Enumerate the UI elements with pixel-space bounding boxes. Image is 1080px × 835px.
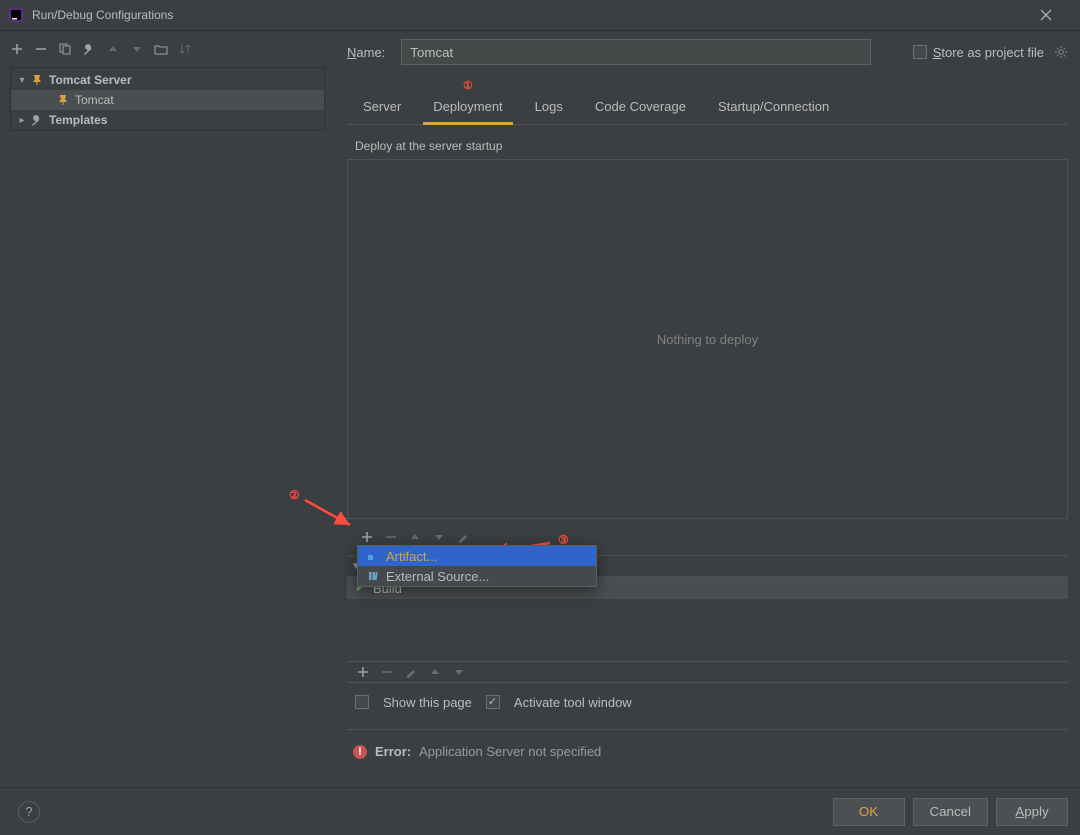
error-icon: ! bbox=[353, 745, 367, 759]
titlebar: Run/Debug Configurations bbox=[0, 0, 1080, 31]
deploy-edit-button bbox=[455, 529, 471, 545]
add-config-button[interactable] bbox=[8, 40, 26, 58]
deploy-remove-button bbox=[383, 529, 399, 545]
bl-edit-button bbox=[403, 664, 419, 680]
before-launch-list[interactable]: Build bbox=[347, 577, 1068, 661]
wrench-icon bbox=[29, 112, 45, 128]
popup-item-artifact[interactable]: Artifact... bbox=[358, 546, 596, 566]
folder-icon[interactable] bbox=[152, 40, 170, 58]
window-title: Run/Debug Configurations bbox=[32, 8, 1040, 22]
activate-tool-window-label: Activate tool window bbox=[514, 695, 632, 710]
tab-startup-connection[interactable]: Startup/Connection bbox=[702, 91, 845, 124]
bl-move-up-button bbox=[427, 664, 443, 680]
ok-button[interactable]: OK bbox=[833, 798, 905, 826]
deploy-list[interactable]: Nothing to deploy bbox=[347, 159, 1068, 519]
tree-templates[interactable]: ▸ Templates bbox=[11, 110, 324, 130]
show-this-page-checkbox[interactable] bbox=[355, 695, 369, 709]
chevron-down-icon: ▾ bbox=[15, 75, 29, 86]
activate-tool-window-checkbox[interactable] bbox=[486, 695, 500, 709]
move-up-button bbox=[104, 40, 122, 58]
config-tree[interactable]: ▾ Tomcat Server Tomcat ▸ Templates bbox=[10, 67, 325, 131]
deploy-add-button[interactable] bbox=[359, 529, 375, 545]
gear-icon[interactable] bbox=[1054, 45, 1068, 59]
deploy-move-up-button bbox=[407, 529, 423, 545]
bl-move-down-button bbox=[451, 664, 467, 680]
tab-server[interactable]: Server bbox=[347, 91, 417, 124]
pin-icon bbox=[29, 72, 45, 88]
copy-config-button[interactable] bbox=[56, 40, 74, 58]
remove-config-button[interactable] bbox=[32, 40, 50, 58]
store-as-project-file-label: Store as project file bbox=[933, 45, 1044, 60]
tree-config-tomcat[interactable]: Tomcat bbox=[11, 90, 324, 110]
chevron-right-icon: ▸ bbox=[15, 115, 29, 126]
tab-logs[interactable]: Logs bbox=[519, 91, 579, 124]
help-button[interactable]: ? bbox=[18, 801, 40, 823]
error-bar: ! Error: Application Server not specifie… bbox=[347, 729, 1068, 753]
config-toolbar bbox=[0, 31, 327, 67]
tomcat-icon bbox=[55, 92, 71, 108]
bl-add-button[interactable] bbox=[355, 664, 371, 680]
deploy-section-label: Deploy at the server startup bbox=[355, 139, 1068, 153]
move-down-button bbox=[128, 40, 146, 58]
config-name-input[interactable] bbox=[401, 39, 871, 65]
store-as-project-file-checkbox[interactable] bbox=[913, 45, 927, 59]
before-launch-toolbar bbox=[347, 661, 1068, 683]
close-button[interactable] bbox=[1040, 9, 1072, 21]
apply-button[interactable]: Apply bbox=[996, 798, 1068, 826]
tree-group-tomcat-server[interactable]: ▾ Tomcat Server bbox=[11, 70, 324, 90]
tab-bar: Server Deployment ① Logs Code Coverage S… bbox=[347, 91, 1068, 125]
show-this-page-label: Show this page bbox=[383, 695, 472, 710]
deploy-move-down-button bbox=[431, 529, 447, 545]
error-message: Application Server not specified bbox=[419, 744, 601, 759]
name-label: Name: bbox=[347, 45, 385, 60]
deploy-empty-text: Nothing to deploy bbox=[657, 332, 758, 347]
tab-code-coverage[interactable]: Code Coverage bbox=[579, 91, 702, 124]
cancel-button[interactable]: Cancel bbox=[913, 798, 989, 826]
deploy-toolbar: Artifact... External Source... bbox=[359, 525, 1068, 549]
popup-item-external-source[interactable]: External Source... bbox=[358, 566, 596, 586]
intellij-icon bbox=[8, 7, 24, 23]
bl-remove-button bbox=[379, 664, 395, 680]
error-label: Error: bbox=[375, 744, 411, 759]
tab-deployment[interactable]: Deployment ① bbox=[417, 91, 518, 124]
sort-icon bbox=[176, 40, 194, 58]
deploy-add-popup: Artifact... External Source... bbox=[357, 545, 597, 587]
artifact-icon bbox=[366, 549, 380, 563]
annotation-1: ① bbox=[463, 79, 473, 92]
wrench-icon[interactable] bbox=[80, 40, 98, 58]
library-icon bbox=[366, 569, 380, 583]
